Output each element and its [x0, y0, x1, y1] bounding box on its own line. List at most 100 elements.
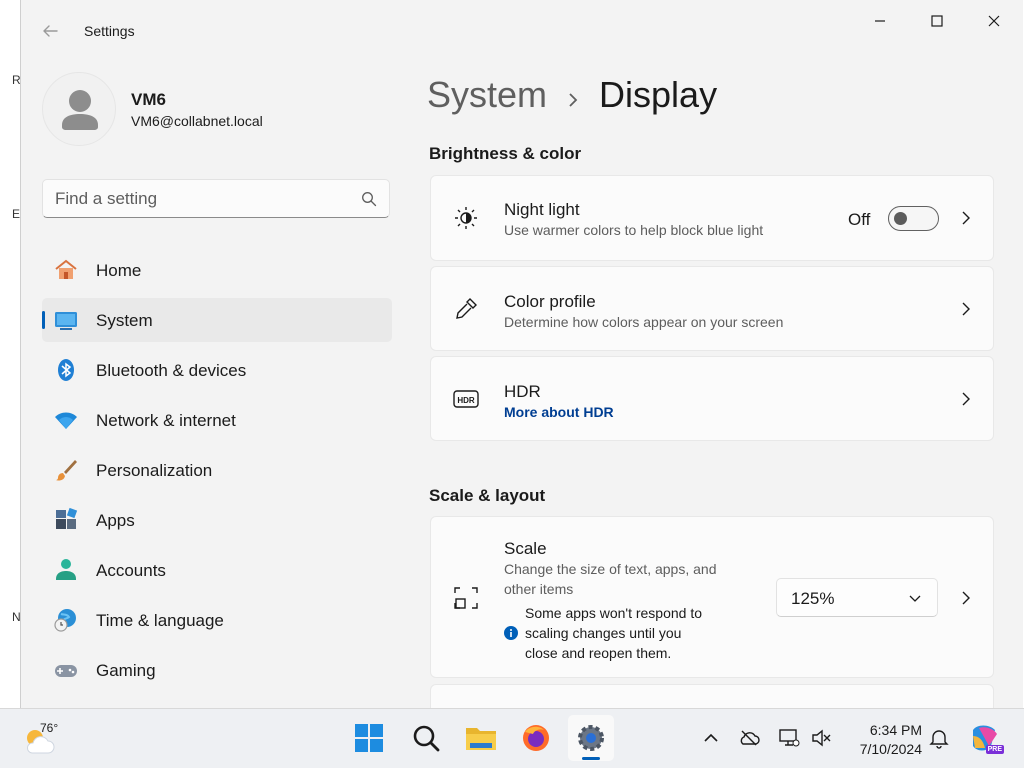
- night-light-card[interactable]: Night light Use warmer colors to help bl…: [430, 175, 994, 261]
- color-profile-card[interactable]: Color profile Determine how colors appea…: [430, 266, 994, 351]
- breadcrumb-parent[interactable]: System: [427, 74, 547, 115]
- bluetooth-icon: [58, 359, 74, 381]
- chevron-up-icon[interactable]: [700, 727, 722, 749]
- sidebar-item-network[interactable]: Network & internet: [42, 398, 392, 442]
- active-app-indicator: [582, 757, 600, 760]
- hdr-card[interactable]: HDR HDR More about HDR: [430, 356, 994, 441]
- minimize-icon: [875, 20, 885, 22]
- search-box[interactable]: [42, 179, 390, 218]
- desktop-edge: R E N: [0, 0, 21, 708]
- scale-icon: [454, 587, 478, 609]
- window-title: Settings: [84, 23, 135, 39]
- clock-date: 7/10/2024: [859, 741, 922, 757]
- sidebar-item-home[interactable]: Home: [42, 248, 392, 292]
- scale-value: 125%: [791, 589, 835, 608]
- notification-bell-icon[interactable]: [928, 727, 950, 749]
- sidebar-item-label: Bluetooth & devices: [96, 361, 247, 380]
- network-icon[interactable]: [778, 727, 800, 749]
- scale-note-line3: close and reopen them.: [525, 645, 672, 661]
- scale-subtitle-line2: other items: [504, 581, 574, 597]
- firefox-icon: [523, 725, 549, 751]
- user-name: VM6: [131, 90, 166, 109]
- color-profile-title: Color profile: [504, 292, 596, 311]
- volume-muted-icon[interactable]: [810, 727, 832, 749]
- copilot-button[interactable]: PRE: [962, 715, 1008, 761]
- apps-icon: [56, 507, 78, 529]
- globe-clock-icon: [54, 609, 76, 632]
- selection-indicator: [42, 311, 45, 329]
- scale-subtitle-line1: Change the size of text, apps, and: [504, 561, 717, 577]
- start-button[interactable]: [346, 715, 392, 761]
- sidebar-item-label: Accounts: [96, 561, 166, 580]
- weather-temperature: 76°: [40, 721, 59, 735]
- next-setting-card[interactable]: [430, 684, 994, 708]
- chevron-right-icon[interactable]: [959, 591, 973, 605]
- sidebar-item-label: Home: [96, 261, 142, 280]
- avatar[interactable]: [42, 72, 116, 146]
- close-button[interactable]: [971, 8, 1017, 34]
- back-button[interactable]: [39, 20, 61, 42]
- maximize-button[interactable]: [914, 8, 960, 34]
- sidebar-item-label: Personalization: [96, 461, 213, 480]
- title-bar: Settings: [21, 0, 1023, 44]
- sidebar-item-personalization[interactable]: Personalization: [42, 448, 392, 492]
- search-icon[interactable]: [361, 191, 377, 207]
- search-input[interactable]: [55, 188, 345, 210]
- sidebar-item-label: Gaming: [96, 661, 156, 680]
- more-about-hdr-link[interactable]: More about HDR: [504, 404, 614, 420]
- hdr-icon: HDR: [453, 390, 479, 408]
- sidebar-item-time-language[interactable]: Time & language: [42, 598, 392, 642]
- brush-icon: [56, 460, 77, 481]
- settings-icon: [578, 725, 604, 751]
- scale-note-text: Some apps won't respond to scaling chang…: [525, 603, 745, 663]
- settings-app-button[interactable]: [568, 715, 614, 761]
- user-email: VM6@collabnet.local: [131, 113, 263, 129]
- scale-dropdown[interactable]: 125%: [776, 578, 938, 617]
- chevron-right-icon[interactable]: [959, 211, 973, 225]
- chevron-right-icon[interactable]: [959, 392, 973, 406]
- desktop-edge-letter: E: [12, 207, 21, 221]
- breadcrumb-separator: [547, 76, 599, 118]
- wifi-icon: [55, 412, 77, 429]
- section-title-brightness: Brightness & color: [429, 144, 582, 163]
- chevron-right-icon[interactable]: [959, 302, 973, 316]
- scale-card: Scale Change the size of text, apps, and…: [430, 516, 994, 678]
- file-explorer-icon: [466, 728, 496, 750]
- sidebar-item-bluetooth[interactable]: Bluetooth & devices: [42, 348, 392, 392]
- breadcrumb: System Display: [427, 74, 717, 118]
- hdr-title: HDR: [504, 382, 541, 401]
- firefox-button[interactable]: [513, 715, 559, 761]
- sidebar-item-label: Network & internet: [96, 411, 236, 430]
- sidebar-item-system[interactable]: System: [42, 298, 392, 342]
- chevron-right-icon: [569, 93, 578, 108]
- copilot-badge: PRE: [985, 745, 1004, 754]
- scale-note-line2: scaling changes until you: [525, 625, 682, 641]
- system-icon: [55, 312, 77, 330]
- onedrive-icon[interactable]: [738, 727, 760, 749]
- minimize-button[interactable]: [857, 8, 903, 34]
- sidebar-item-gaming[interactable]: Gaming: [42, 648, 392, 692]
- scale-title: Scale: [504, 539, 547, 558]
- maximize-icon: [931, 15, 943, 27]
- sidebar-item-apps[interactable]: Apps: [42, 498, 392, 542]
- taskbar-search-button[interactable]: [403, 715, 449, 761]
- night-light-toggle[interactable]: [888, 206, 939, 231]
- start-icon: [355, 724, 383, 752]
- settings-window: Settings VM6 VM6@collabnet.local Home Sy…: [21, 0, 1023, 708]
- search-icon: [413, 725, 440, 752]
- user-icon: [62, 90, 98, 130]
- sun-icon: [455, 207, 477, 229]
- clock-time: 6:34 PM: [869, 722, 922, 738]
- clock[interactable]: 6:34 PM 7/10/2024: [846, 721, 922, 759]
- color-profile-subtitle: Determine how colors appear on your scre…: [504, 314, 784, 330]
- section-title-scale-layout: Scale & layout: [429, 486, 546, 505]
- info-icon: [504, 626, 518, 640]
- night-light-title: Night light: [504, 200, 580, 219]
- sidebar-item-label: Apps: [96, 511, 135, 530]
- file-explorer-button[interactable]: [458, 715, 504, 761]
- back-arrow-icon: [43, 25, 58, 37]
- close-icon: [988, 15, 1000, 27]
- toggle-knob: [894, 212, 907, 225]
- sidebar-item-label: Time & language: [96, 611, 224, 630]
- sidebar-item-accounts[interactable]: Accounts: [42, 548, 392, 592]
